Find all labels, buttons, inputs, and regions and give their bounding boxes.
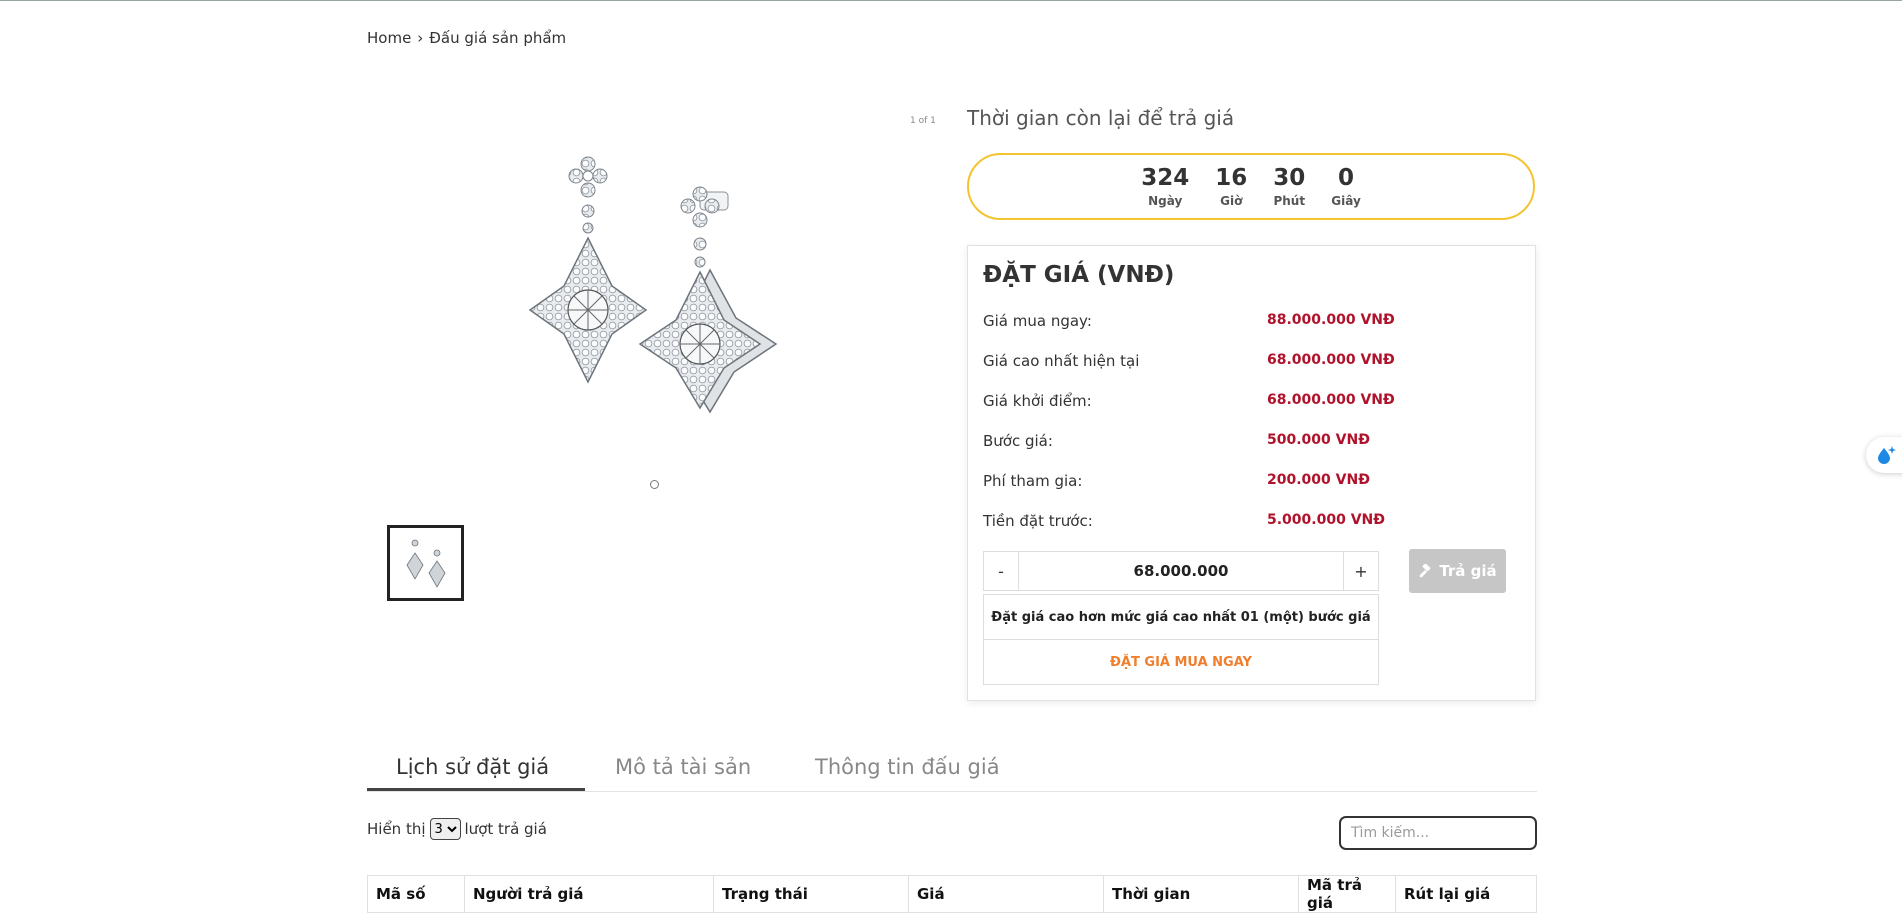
price-value: 200.000 VNĐ [1267, 472, 1370, 488]
top-border [0, 0, 1902, 1]
chevron-right-icon: › [417, 29, 424, 47]
price-row-fee: Phí tham gia: 200.000 VNĐ [983, 472, 1370, 490]
earrings-thumbnail-icon [406, 539, 445, 588]
countdown-days-value: 324 [1141, 165, 1190, 191]
show-prefix-label: Hiển thị [367, 820, 426, 838]
price-value: 5.000.000 VNĐ [1267, 512, 1385, 528]
submit-bid-button[interactable]: Trả giá [1409, 549, 1506, 593]
column-header-price[interactable]: Giá [908, 875, 1104, 913]
bid-rule-note: Đặt giá cao hơn mức giá cao nhất 01 (một… [983, 594, 1379, 640]
countdown-hours-value: 16 [1215, 165, 1248, 191]
price-value: 68.000.000 VNĐ [1267, 392, 1395, 408]
floating-assistant-button[interactable] [1866, 437, 1902, 473]
page-size-select[interactable]: 3 [429, 818, 461, 840]
countdown-minutes-label: Phút [1273, 194, 1306, 208]
price-row-buy-now: Giá mua ngay: 88.000.000 VNĐ [983, 312, 1395, 330]
tab-auction-info[interactable]: Thông tin đấu giá [815, 755, 1000, 779]
price-row-highest: Giá cao nhất hiện tại 68.000.000 VNĐ [983, 352, 1395, 370]
increase-bid-button[interactable]: + [1344, 552, 1378, 590]
search-input[interactable] [1339, 816, 1537, 850]
column-header-time[interactable]: Thời gian [1103, 875, 1299, 913]
countdown-title: Thời gian còn lại để trả giá [967, 106, 1235, 130]
countdown-timer: 324 Ngày 16 Giờ 30 Phút 0 Giây [967, 153, 1535, 220]
droplet-sparkle-icon [1878, 446, 1896, 464]
bid-history-table: Mã số Người trả giá Trạng thái Giá Thời … [367, 875, 1537, 913]
bid-panel: ĐẶT GIÁ (VNĐ) Giá mua ngay: 88.000.000 V… [967, 245, 1536, 701]
price-label: Tiền đặt trước: [983, 512, 1093, 530]
price-value: 68.000.000 VNĐ [1267, 352, 1395, 368]
earrings-product-image [528, 156, 778, 414]
column-header-bid-code[interactable]: Mã trả giá [1298, 875, 1396, 913]
submit-bid-label: Trả giá [1439, 562, 1497, 580]
tab-asset-description[interactable]: Mô tả tài sản [615, 755, 751, 779]
bid-amount-input[interactable] [1018, 552, 1344, 590]
price-label: Phí tham gia: [983, 472, 1083, 490]
bid-amount-stepper: - + [983, 551, 1379, 591]
price-label: Giá khởi điểm: [983, 392, 1092, 410]
countdown-days: 324 Ngày [1141, 165, 1189, 208]
active-tab-indicator [367, 788, 585, 791]
column-header-status[interactable]: Trạng thái [713, 875, 909, 913]
breadcrumb: Home › Đấu giá sản phẩm [367, 29, 566, 47]
slide-indicator-dot[interactable] [650, 480, 659, 489]
countdown-seconds-value: 0 [1338, 165, 1355, 191]
column-header-bidder[interactable]: Người trả giá [464, 875, 714, 913]
column-header-id[interactable]: Mã số [367, 875, 465, 913]
buy-now-button[interactable]: ĐẶT GIÁ MUA NGAY [983, 639, 1379, 685]
thumbnail-image[interactable] [387, 525, 464, 601]
slide-counter: 1 of 1 [910, 116, 936, 126]
countdown-hours: 16 Giờ [1215, 165, 1247, 208]
tab-bid-history[interactable]: Lịch sử đặt giá [396, 755, 549, 779]
decrease-bid-button[interactable]: - [984, 552, 1018, 590]
gavel-icon [1419, 563, 1431, 577]
price-row-deposit: Tiền đặt trước: 5.000.000 VNĐ [983, 512, 1385, 530]
countdown-seconds: 0 Giây [1331, 165, 1361, 208]
price-row-starting: Giá khởi điểm: 68.000.000 VNĐ [983, 392, 1395, 410]
countdown-minutes-value: 30 [1273, 165, 1306, 191]
countdown-seconds-label: Giây [1331, 194, 1361, 208]
breadcrumb-current: Đấu giá sản phẩm [429, 29, 567, 47]
detail-tabs: Lịch sử đặt giá Mô tả tài sản Thông tin … [367, 745, 1537, 792]
countdown-days-label: Ngày [1148, 194, 1183, 208]
table-header-row: Mã số Người trả giá Trạng thái Giá Thời … [367, 875, 1537, 913]
price-label: Bước giá: [983, 432, 1053, 450]
page-size-control: Hiển thị 3 lượt trả giá [367, 818, 547, 840]
price-row-step: Bước giá: 500.000 VNĐ [983, 432, 1370, 450]
price-value: 500.000 VNĐ [1267, 432, 1370, 448]
price-value: 88.000.000 VNĐ [1267, 312, 1395, 328]
column-header-withdraw[interactable]: Rút lại giá [1395, 875, 1537, 913]
breadcrumb-home-link[interactable]: Home [367, 29, 411, 47]
show-suffix-label: lượt trả giá [464, 820, 547, 838]
price-label: Giá cao nhất hiện tại [983, 352, 1140, 370]
bid-panel-title: ĐẶT GIÁ (VNĐ) [983, 262, 1175, 288]
countdown-minutes: 30 Phút [1273, 165, 1305, 208]
countdown-hours-label: Giờ [1220, 194, 1243, 208]
price-label: Giá mua ngay: [983, 312, 1092, 330]
